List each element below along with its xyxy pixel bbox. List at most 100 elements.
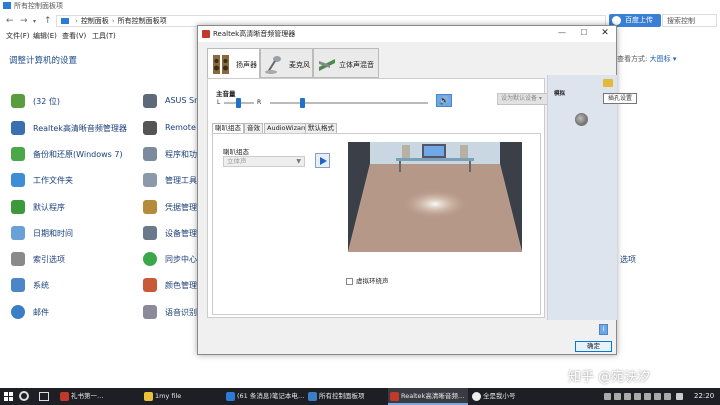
speaker-config-value: 立体声	[227, 157, 247, 165]
jack-settings-tooltip: 插孔设置	[603, 93, 637, 104]
menu-tools[interactable]: 工具(T)	[92, 31, 116, 41]
indexing-icon	[11, 252, 25, 266]
taskbar-item-4-label: 所有控制面板项	[319, 392, 365, 400]
forward-arrow-icon[interactable]: →	[20, 16, 28, 26]
audio-jack-icon[interactable]	[575, 113, 588, 126]
tab-stereo-mix-label: 立体声混音	[339, 61, 374, 69]
realtek-task-icon	[390, 392, 399, 401]
page-title: 调整计算机的设置	[9, 56, 78, 66]
window-title: 所有控制面板项	[14, 2, 63, 10]
window-icon	[3, 2, 11, 9]
backup-icon	[11, 147, 25, 161]
volume-icon[interactable]	[654, 393, 661, 400]
left-speaker-icon[interactable]	[402, 145, 410, 158]
flash-icon	[11, 94, 25, 108]
stereo-mix-icon	[319, 59, 335, 71]
taskbar-item-5-label: Realtek高清晰音频…	[401, 392, 465, 400]
clock[interactable]: 22:20	[694, 392, 714, 400]
balance-left-label: L	[217, 99, 221, 106]
work-folder-icon	[11, 173, 25, 187]
baidu-upload-label: 百度上传	[625, 16, 653, 24]
virtual-surround-checkbox[interactable]: 虚拟环绕声	[346, 275, 389, 285]
taskbar-item-5[interactable]: Realtek高清晰音频…	[388, 388, 468, 405]
virtual-surround-label: 虚拟环绕声	[356, 277, 389, 285]
tray-icon-2[interactable]	[614, 393, 621, 400]
taskbar-item-4[interactable]: 所有控制面板项	[306, 388, 386, 405]
tab-microphone[interactable]: 麦克风	[260, 48, 313, 78]
speaker-config-select[interactable]: 立体声 ▼	[223, 156, 305, 167]
folder-app-icon	[144, 392, 153, 401]
taskbar-item-2-label: 1my file	[155, 392, 182, 400]
mail-icon	[11, 305, 25, 319]
analog-label: 模拟	[554, 91, 566, 97]
menu-view[interactable]: 查看(V)	[62, 31, 86, 41]
room-visualization	[348, 142, 522, 252]
battery-icon[interactable]	[664, 393, 671, 400]
tray-icon-1[interactable]	[604, 393, 611, 400]
balance-slider-thumb[interactable]	[236, 98, 241, 108]
breadcrumb-all-items[interactable]: 所有控制面板项	[118, 17, 167, 25]
credentials-icon	[143, 200, 157, 214]
view-by-value[interactable]: 大图标 ▾	[650, 55, 677, 63]
search-icon[interactable]	[19, 391, 29, 401]
taskbar-item-3-label: (61 条消息)笔记本电…	[237, 392, 305, 400]
menu-edit[interactable]: 编辑(E)	[33, 31, 57, 41]
microphone-tab-icon	[265, 56, 281, 74]
folder-icon[interactable]	[603, 79, 613, 87]
volume-slider-thumb[interactable]	[300, 98, 305, 108]
mute-speaker-button[interactable]: 🔊	[436, 94, 452, 107]
taskbar-item-1[interactable]: 礼书第一…	[58, 388, 140, 405]
taskbar-item-1-label: 礼书第一…	[71, 392, 104, 400]
taskbar-item-3[interactable]: (61 条消息)笔记本电…	[224, 388, 304, 405]
taskbar-item-2[interactable]: 1my file	[142, 388, 218, 405]
info-icon[interactable]: i	[599, 324, 608, 335]
up-arrow-icon[interactable]: ↑	[44, 16, 52, 26]
tab-speakers-label: 扬声器	[236, 61, 257, 69]
view-by-label: 查看方式:	[617, 55, 648, 63]
windows-start-icon[interactable]	[4, 392, 13, 401]
laptop-display	[424, 146, 444, 156]
tab-speakers[interactable]: 扬声器	[207, 48, 260, 79]
tab-stereo-mix[interactable]: 立体声混音	[313, 48, 379, 78]
device-manager-icon	[143, 226, 157, 240]
dialog-title: Realtek高清晰音频管理器	[213, 30, 296, 38]
dialog-title-bar: Realtek高清晰音频管理器 — ☐ ✕	[198, 26, 616, 42]
chevron-down-icon: ▼	[296, 158, 301, 165]
speaker-config-label: 喇叭组态	[223, 148, 249, 156]
set-default-device-button[interactable]: 设为默认设备 ▾	[497, 93, 549, 105]
speaker-panel: 主音量 L R 🔊 设为默认设备 ▾ 喇叭组态 音效 AudioWizard 默…	[207, 78, 549, 318]
ok-button[interactable]: 确定	[575, 341, 612, 352]
close-button[interactable]: ✕	[596, 28, 614, 38]
desk-top	[396, 158, 474, 161]
volume-slider-track[interactable]	[270, 102, 428, 104]
breadcrumb-control-panel[interactable]: 控制面板	[81, 17, 109, 25]
tab-microphone-label: 麦克风	[289, 61, 310, 69]
view-by[interactable]: 查看方式: 大图标 ▾	[617, 54, 676, 64]
remote-icon	[143, 121, 157, 135]
tray-icon-3[interactable]	[624, 393, 631, 400]
admin-tools-icon	[143, 173, 157, 187]
maximize-button[interactable]: ☐	[575, 28, 593, 37]
taskbar-item-6[interactable]: 全是我小号	[470, 388, 550, 405]
baidu-cloud-icon	[612, 16, 621, 25]
network-icon[interactable]	[644, 393, 651, 400]
tray-icon-4[interactable]	[634, 393, 641, 400]
checkbox-icon[interactable]	[346, 277, 353, 285]
microphone-icon	[143, 305, 157, 319]
back-arrow-icon[interactable]: ←	[6, 16, 14, 26]
minimize-button[interactable]: —	[553, 28, 571, 37]
realtek-speaker-icon	[202, 30, 210, 38]
title-bar: 所有控制面板项	[0, 0, 720, 12]
play-test-button[interactable]	[315, 153, 330, 168]
jack-panel: 模拟	[547, 75, 617, 320]
control-panel-icon	[61, 18, 69, 24]
menu-file[interactable]: 文件(F)	[6, 31, 30, 41]
sync-icon	[143, 252, 157, 266]
input-method-icon[interactable]	[676, 393, 683, 400]
recent-dropdown-icon[interactable]: ▾	[33, 18, 36, 25]
task-view-icon[interactable]	[39, 392, 49, 401]
right-speaker-icon[interactable]	[460, 145, 468, 158]
programs-icon	[143, 147, 157, 161]
main-volume-label: 主音量	[216, 90, 236, 98]
search-input[interactable]: 搜索控制	[662, 14, 717, 27]
